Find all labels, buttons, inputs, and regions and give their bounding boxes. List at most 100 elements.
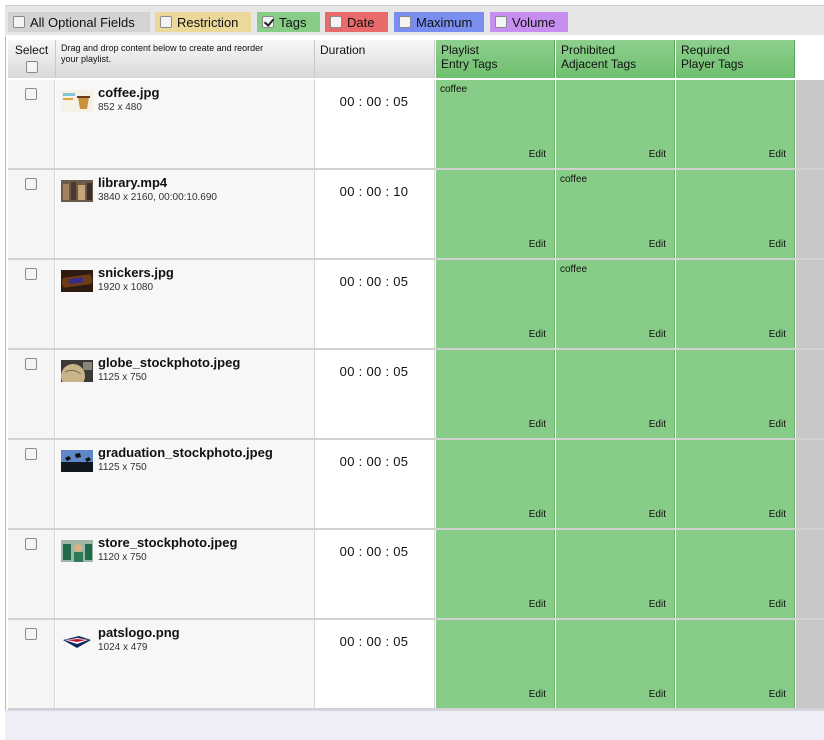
row-select-checkbox[interactable] [25, 268, 37, 280]
header-playlist-entry-tags: Playlist Entry Tags [436, 40, 555, 78]
duration-value[interactable]: 00 : 00 : 10 [315, 184, 433, 199]
checkbox-icon[interactable] [399, 16, 411, 28]
duration-value[interactable]: 00 : 00 : 05 [315, 364, 433, 379]
header-duration: Duration [315, 40, 435, 78]
row-select-cell [8, 80, 55, 168]
entry-tags-value: coffee [440, 84, 468, 95]
edit-adjacent-tags-link[interactable]: Edit [649, 419, 666, 430]
table-row[interactable]: graduation_stockphoto.jpeg 1125 x 750 00… [8, 440, 824, 530]
edit-player-tags-link[interactable]: Edit [769, 689, 786, 700]
edit-adjacent-tags-link[interactable]: Edit [649, 149, 666, 160]
table-row[interactable]: store_stockphoto.jpeg 1120 x 750 00 : 00… [8, 530, 824, 620]
header-tag3-line1: Required [681, 43, 730, 57]
row-prohibited-adjacent-tags-cell: Edit [556, 350, 675, 438]
row-content-cell[interactable]: globe_stockphoto.jpeg 1125 x 750 [56, 350, 315, 438]
row-content-cell[interactable]: store_stockphoto.jpeg 1120 x 750 [56, 530, 315, 618]
coffee-thumbnail [61, 90, 93, 112]
row-required-player-tags-cell: Edit [676, 620, 795, 708]
edit-adjacent-tags-link[interactable]: Edit [649, 509, 666, 520]
edit-entry-tags-link[interactable]: Edit [529, 419, 546, 430]
content-file-name: graduation_stockphoto.jpeg [98, 445, 273, 460]
duration-value[interactable]: 00 : 00 : 05 [315, 634, 433, 649]
checkbox-icon[interactable] [13, 16, 25, 28]
row-overflow-cell [796, 170, 824, 258]
table-row[interactable]: library.mp4 3840 x 2160, 00:00:10.690 00… [8, 170, 824, 260]
row-select-checkbox[interactable] [25, 178, 37, 190]
checkbox-icon[interactable] [495, 16, 507, 28]
row-overflow-cell [796, 350, 824, 438]
row-select-cell [8, 170, 55, 258]
filter-date[interactable]: Date [325, 12, 388, 32]
row-playlist-entry-tags-cell: Edit [436, 350, 555, 438]
row-content-cell[interactable]: patslogo.png 1024 x 479 [56, 620, 315, 708]
row-required-player-tags-cell: Edit [676, 530, 795, 618]
filter-all-optional-fields[interactable]: All Optional Fields [8, 12, 150, 32]
table-row[interactable]: patslogo.png 1024 x 479 00 : 00 : 05 Edi… [8, 620, 824, 710]
row-select-cell [8, 260, 55, 348]
checkbox-icon[interactable] [160, 16, 172, 28]
row-prohibited-adjacent-tags-cell: Edit [556, 440, 675, 528]
select-all-checkbox[interactable] [25, 61, 38, 73]
row-duration-cell: 00 : 00 : 05 [315, 530, 435, 618]
edit-entry-tags-link[interactable]: Edit [529, 239, 546, 250]
table-footer [5, 710, 824, 740]
content-file-name: library.mp4 [98, 175, 168, 190]
edit-player-tags-link[interactable]: Edit [769, 239, 786, 250]
duration-value[interactable]: 00 : 00 : 05 [315, 274, 433, 289]
edit-player-tags-link[interactable]: Edit [769, 329, 786, 340]
edit-adjacent-tags-link[interactable]: Edit [649, 599, 666, 610]
playlist-editor: All Optional Fields Restriction Tags Dat… [0, 0, 824, 740]
content-file-name: snickers.jpg [98, 265, 174, 280]
edit-entry-tags-link[interactable]: Edit [529, 689, 546, 700]
checkbox-icon[interactable] [330, 16, 342, 28]
header-prohibited-adjacent-tags: Prohibited Adjacent Tags [556, 40, 675, 78]
content-file-name: coffee.jpg [98, 85, 160, 100]
row-duration-cell: 00 : 00 : 10 [315, 170, 435, 258]
edit-player-tags-link[interactable]: Edit [769, 149, 786, 160]
filter-volume[interactable]: Volume [490, 12, 568, 32]
row-duration-cell: 00 : 00 : 05 [315, 80, 435, 168]
row-duration-cell: 00 : 00 : 05 [315, 620, 435, 708]
edit-player-tags-link[interactable]: Edit [769, 599, 786, 610]
row-select-checkbox[interactable] [25, 448, 37, 460]
header-tag2-line1: Prohibited [561, 43, 616, 57]
filter-maximum[interactable]: Maximum [394, 12, 484, 32]
duration-value[interactable]: 00 : 00 : 05 [315, 454, 433, 469]
row-select-checkbox[interactable] [25, 628, 37, 640]
edit-entry-tags-link[interactable]: Edit [529, 509, 546, 520]
row-playlist-entry-tags-cell: Edit [436, 440, 555, 528]
edit-entry-tags-link[interactable]: Edit [529, 149, 546, 160]
row-content-cell[interactable]: coffee.jpg 852 x 480 [56, 80, 315, 168]
row-content-cell[interactable]: library.mp4 3840 x 2160, 00:00:10.690 [56, 170, 315, 258]
edit-adjacent-tags-link[interactable]: Edit [649, 329, 666, 340]
row-select-cell [8, 530, 55, 618]
duration-value[interactable]: 00 : 00 : 05 [315, 94, 433, 109]
library-thumbnail [61, 180, 93, 202]
filter-tags[interactable]: Tags [257, 12, 320, 32]
header-tag1-line1: Playlist [441, 43, 480, 57]
row-select-checkbox[interactable] [25, 88, 37, 100]
row-select-checkbox[interactable] [25, 538, 37, 550]
row-content-cell[interactable]: graduation_stockphoto.jpeg 1125 x 750 [56, 440, 315, 528]
edit-player-tags-link[interactable]: Edit [769, 419, 786, 430]
edit-player-tags-link[interactable]: Edit [769, 509, 786, 520]
checkbox-checked-icon[interactable] [262, 16, 274, 28]
row-select-checkbox[interactable] [25, 358, 37, 370]
table-row[interactable]: coffee.jpg 852 x 480 00 : 00 : 05 coffee… [8, 80, 824, 170]
filter-restriction[interactable]: Restriction [155, 12, 251, 32]
table-row[interactable]: globe_stockphoto.jpeg 1125 x 750 00 : 00… [8, 350, 824, 440]
header-tag3-line2: Player Tags [681, 57, 744, 71]
duration-value[interactable]: 00 : 00 : 05 [315, 544, 433, 559]
edit-entry-tags-link[interactable]: Edit [529, 599, 546, 610]
content-file-meta: 852 x 480 [98, 102, 142, 113]
header-select-label: Select [14, 43, 49, 57]
edit-adjacent-tags-link[interactable]: Edit [649, 689, 666, 700]
edit-adjacent-tags-link[interactable]: Edit [649, 239, 666, 250]
row-content-cell[interactable]: snickers.jpg 1920 x 1080 [56, 260, 315, 348]
row-overflow-cell [796, 260, 824, 348]
header-select: Select [8, 40, 56, 78]
row-required-player-tags-cell: Edit [676, 170, 795, 258]
edit-entry-tags-link[interactable]: Edit [529, 329, 546, 340]
table-row[interactable]: snickers.jpg 1920 x 1080 00 : 00 : 05 Ed… [8, 260, 824, 350]
row-prohibited-adjacent-tags-cell: coffee Edit [556, 260, 675, 348]
